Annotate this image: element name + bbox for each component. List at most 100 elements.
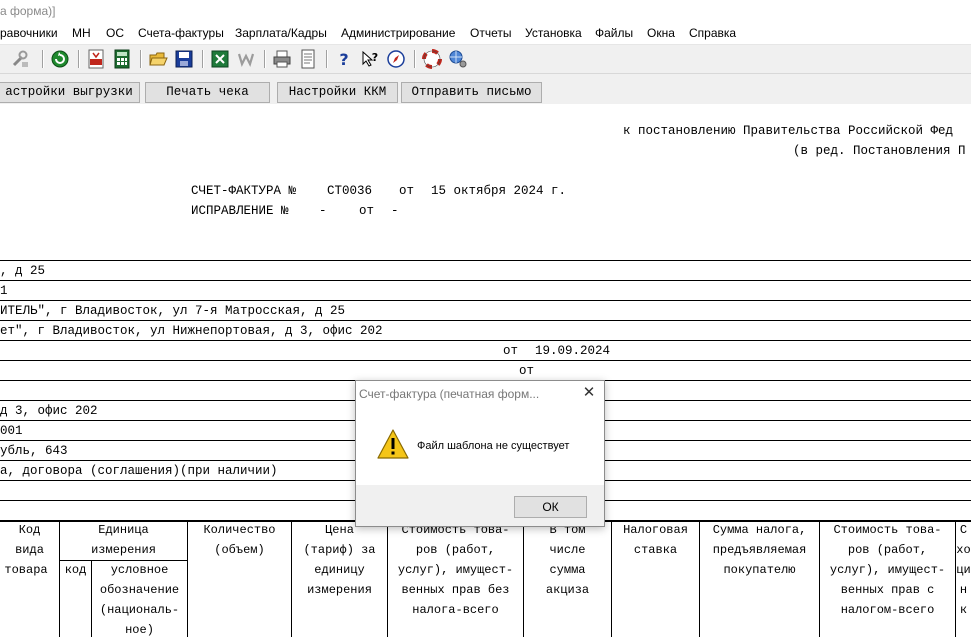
col-cost-with-tax-line-3: услуг), имущест- [829, 563, 946, 577]
compass-icon[interactable] [386, 49, 406, 69]
seller-inn: 1 [0, 284, 8, 298]
dialog-title: Счет-фактура (печатная форм... [359, 387, 540, 401]
send-letter-button[interactable]: Отправить письмо [401, 82, 542, 103]
calculator-icon[interactable] [112, 49, 132, 69]
invoice-number: СТ0036 [327, 184, 373, 198]
context-help-icon[interactable]: ? [360, 49, 380, 69]
correction-date: - [391, 204, 399, 218]
col-tax-sum-line-3: покупателю [723, 563, 796, 577]
dialog-message: Файл шаблона не существует [417, 440, 570, 452]
word-icon[interactable] [236, 49, 256, 69]
col-tax-rate-line-1: Налоговая [623, 523, 688, 537]
col-partial-line-3: ци [956, 563, 971, 577]
col-unit-name-line-3: (националь- [99, 603, 180, 617]
col-tax-sum-line-1: Сумма налога, [712, 523, 807, 537]
lifebuoy-icon[interactable] [422, 49, 442, 69]
col-cost-with-tax-line-4: венных прав с [840, 583, 935, 597]
col-tax-rate-line-2: ставка [633, 543, 678, 557]
col-excise-line-4: акциза [545, 583, 590, 597]
kkm-settings-button[interactable]: Настройки ККМ [277, 82, 398, 103]
col-price-line-2: (тариф) за [303, 543, 376, 557]
col-qty-line-1: Количество [203, 523, 276, 537]
decree-line-2: (в ред. Постановления П [793, 144, 966, 158]
col-tax-sum-line-2: предъявляемая [712, 543, 807, 557]
title-bar: а форма)] [0, 0, 971, 24]
menu-files[interactable]: Файлы [595, 26, 633, 40]
consignee: ет", г Владивосток, ул Нижнепортовая, д … [0, 324, 383, 338]
seller-address: , д 25 [0, 264, 46, 278]
currency: убль, 643 [0, 444, 68, 458]
print-preview-icon[interactable] [298, 49, 318, 69]
menu-invoices[interactable]: Счета-фактуры [138, 26, 224, 40]
invoice-document: к постановлению Правительства Российской… [0, 104, 971, 637]
col-partial-line-1: С [959, 523, 968, 537]
col-cost-no-tax-line-3: услуг), имущест- [397, 563, 514, 577]
invoice-date: 15 октября 2024 г. [431, 184, 567, 198]
print-icon[interactable] [272, 49, 292, 69]
menu-directories[interactable]: равочники [0, 26, 58, 40]
web-settings-icon[interactable] [448, 49, 468, 69]
col-unit-line-2: измерения [91, 543, 156, 557]
refresh-icon[interactable] [50, 49, 70, 69]
menu-administration[interactable]: Администрирование [341, 26, 455, 40]
col-cost-with-tax-line-1: Стоимость това- [833, 523, 942, 537]
export-settings-button[interactable]: астройки выгрузки [0, 82, 140, 103]
menu-os[interactable]: ОС [106, 26, 124, 40]
menu-windows[interactable]: Окна [647, 26, 675, 40]
warning-icon [376, 428, 410, 460]
contract-identifier: а, договора (соглашения)(при наличии) [0, 464, 278, 478]
col-cost-with-tax-line-5: налогом-всего [840, 603, 935, 617]
col-unit-name-line-4: ное) [125, 623, 154, 637]
col-code-line-2: вида [15, 543, 44, 557]
correction-number: - [319, 204, 327, 218]
col-cost-with-tax-line-2: ров (работ, [847, 543, 928, 557]
excel-icon[interactable] [210, 49, 230, 69]
col-code-line-3: товара [4, 563, 48, 577]
col-code-line-1: Код [18, 523, 41, 537]
col-unit-code: код [64, 563, 87, 577]
menu-payroll[interactable]: Зарплата/Кадры [235, 26, 327, 40]
buyer-inn: 001 [0, 424, 23, 438]
col-excise-line-3: сумма [549, 563, 586, 577]
col-unit-name-line-1: условное [110, 563, 169, 577]
tools-icon[interactable] [10, 49, 30, 69]
save-icon[interactable] [174, 49, 194, 69]
decree-line-1: к постановлению Правительства Российской… [623, 124, 954, 138]
print-check-button[interactable]: Печать чека [145, 82, 270, 103]
col-partial-line-5: к [959, 603, 968, 617]
menu-reports[interactable]: Отчеты [470, 26, 511, 40]
svg-text:?: ? [339, 50, 348, 69]
col-cost-no-tax-line-2: ров (работ, [415, 543, 496, 557]
col-unit-name-line-2: обозначение [99, 583, 180, 597]
col-partial-line-4: н [959, 583, 968, 597]
menu-mn[interactable]: МН [72, 26, 91, 40]
menu-bar: равочники МН ОС Счета-фактуры Зарплата/К… [0, 24, 971, 45]
window-title: а форма)] [0, 4, 56, 18]
menu-help[interactable]: Справка [689, 26, 736, 40]
action-buttons-row: астройки выгрузки Печать чека Настройки … [0, 74, 971, 104]
shipping-doc-from: от [519, 364, 535, 378]
help-icon[interactable]: ? [334, 49, 354, 69]
col-unit-line-1: Единица [98, 523, 149, 537]
pdf-icon[interactable] [86, 49, 106, 69]
dialog-body: Файл шаблона не существует [356, 407, 604, 485]
invoice-label: СЧЕТ-ФАКТУРА № [191, 184, 297, 198]
ok-button[interactable]: ОК [514, 496, 587, 518]
col-cost-no-tax-line-4: венных прав без [401, 583, 510, 597]
shipper: ИТЕЛЬ", г Владивосток, ул 7-я Матросская… [0, 304, 346, 318]
menu-settings[interactable]: Установка [525, 26, 582, 40]
col-excise-line-2: числе [549, 543, 586, 557]
buyer-address: д 3, офис 202 [0, 404, 98, 418]
col-qty-line-2: (объем) [214, 543, 265, 557]
payment-doc-from: от [503, 344, 519, 358]
error-dialog: Счет-фактура (печатная форм... ✕ Файл ша… [355, 380, 605, 527]
toolbar: ? ? [0, 45, 971, 74]
open-folder-icon[interactable] [148, 49, 168, 69]
close-icon[interactable]: ✕ [580, 385, 598, 401]
invoice-from-label: от [399, 184, 415, 198]
dialog-footer: ОК [356, 485, 604, 526]
col-price-line-3: единицу [314, 563, 365, 577]
svg-text:?: ? [372, 51, 378, 64]
col-partial-line-2: хо [956, 543, 971, 557]
payment-doc-date: 19.09.2024 [535, 344, 611, 358]
